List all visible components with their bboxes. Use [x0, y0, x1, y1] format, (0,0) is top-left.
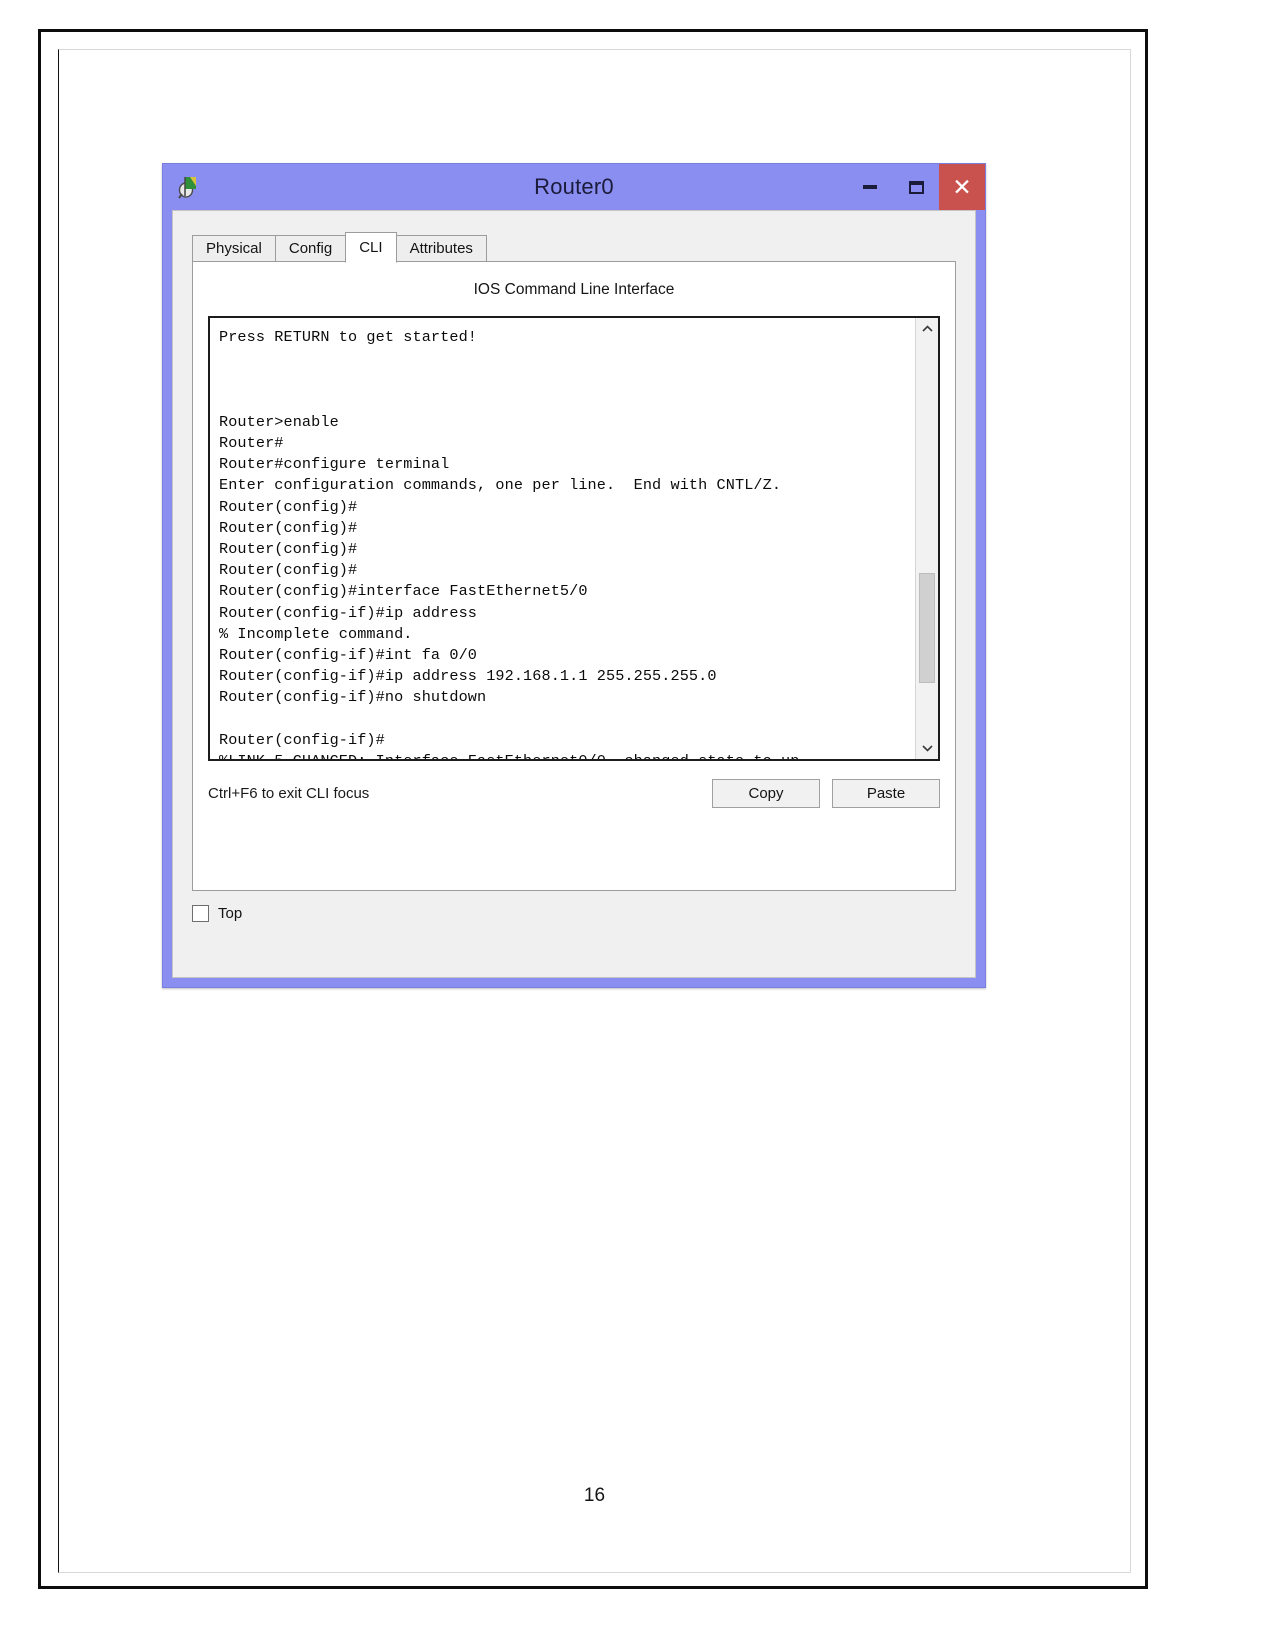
page-content-area: Router0 ✕ Physical Config CLI Attributes… — [58, 49, 1131, 1573]
top-checkbox[interactable] — [192, 905, 209, 922]
tab-strip: Physical Config CLI Attributes — [192, 232, 487, 263]
tab-physical-label: Physical — [206, 240, 262, 257]
top-checkbox-label: Top — [218, 905, 243, 922]
page-number: 16 — [583, 1485, 606, 1506]
footer-button-group: Copy Paste — [712, 778, 940, 808]
terminal-output: Press RETURN to get started! Router>enab… — [219, 328, 799, 759]
maximize-icon — [908, 180, 924, 194]
close-icon: ✕ — [952, 173, 972, 200]
panel-footer: Ctrl+F6 to exit CLI focus Copy Paste — [208, 776, 940, 810]
scroll-down-icon[interactable] — [916, 737, 938, 759]
packet-tracer-router-icon — [177, 174, 203, 200]
cli-tab-panel: IOS Command Line Interface Press RETURN … — [192, 261, 956, 891]
terminal-scrollbar[interactable] — [915, 318, 938, 759]
cli-focus-hint: Ctrl+F6 to exit CLI focus — [208, 784, 370, 802]
window-titlebar[interactable]: Router0 ✕ — [163, 164, 985, 210]
panel-heading: IOS Command Line Interface — [473, 281, 675, 298]
tab-config-label: Config — [288, 240, 333, 257]
scanned-page: Router0 ✕ Physical Config CLI Attributes… — [38, 29, 1148, 1589]
tab-physical[interactable]: Physical — [192, 235, 276, 262]
scroll-up-icon[interactable] — [916, 318, 938, 340]
top-checkbox-row[interactable]: Top — [192, 905, 242, 922]
paste-button-label: Paste — [866, 784, 906, 802]
tab-config[interactable]: Config — [274, 235, 347, 262]
minimize-icon — [863, 185, 877, 189]
copy-button[interactable]: Copy — [712, 778, 820, 808]
tab-attributes[interactable]: Attributes — [395, 235, 487, 262]
scrollbar-thumb[interactable] — [919, 573, 935, 683]
window-body: Physical Config CLI Attributes IOS Comma… — [172, 210, 976, 978]
tab-cli-label: CLI — [359, 239, 383, 256]
tab-attributes-label: Attributes — [409, 240, 473, 257]
cli-terminal[interactable]: Press RETURN to get started! Router>enab… — [210, 318, 915, 759]
terminal-container: Press RETURN to get started! Router>enab… — [208, 316, 940, 761]
minimize-button[interactable] — [847, 164, 893, 210]
paste-button[interactable]: Paste — [832, 778, 940, 808]
close-button[interactable]: ✕ — [939, 164, 985, 210]
packet-tracer-window: Router0 ✕ Physical Config CLI Attributes… — [162, 163, 986, 988]
copy-button-label: Copy — [748, 784, 784, 802]
tab-cli[interactable]: CLI — [345, 232, 397, 263]
maximize-button[interactable] — [893, 164, 939, 210]
